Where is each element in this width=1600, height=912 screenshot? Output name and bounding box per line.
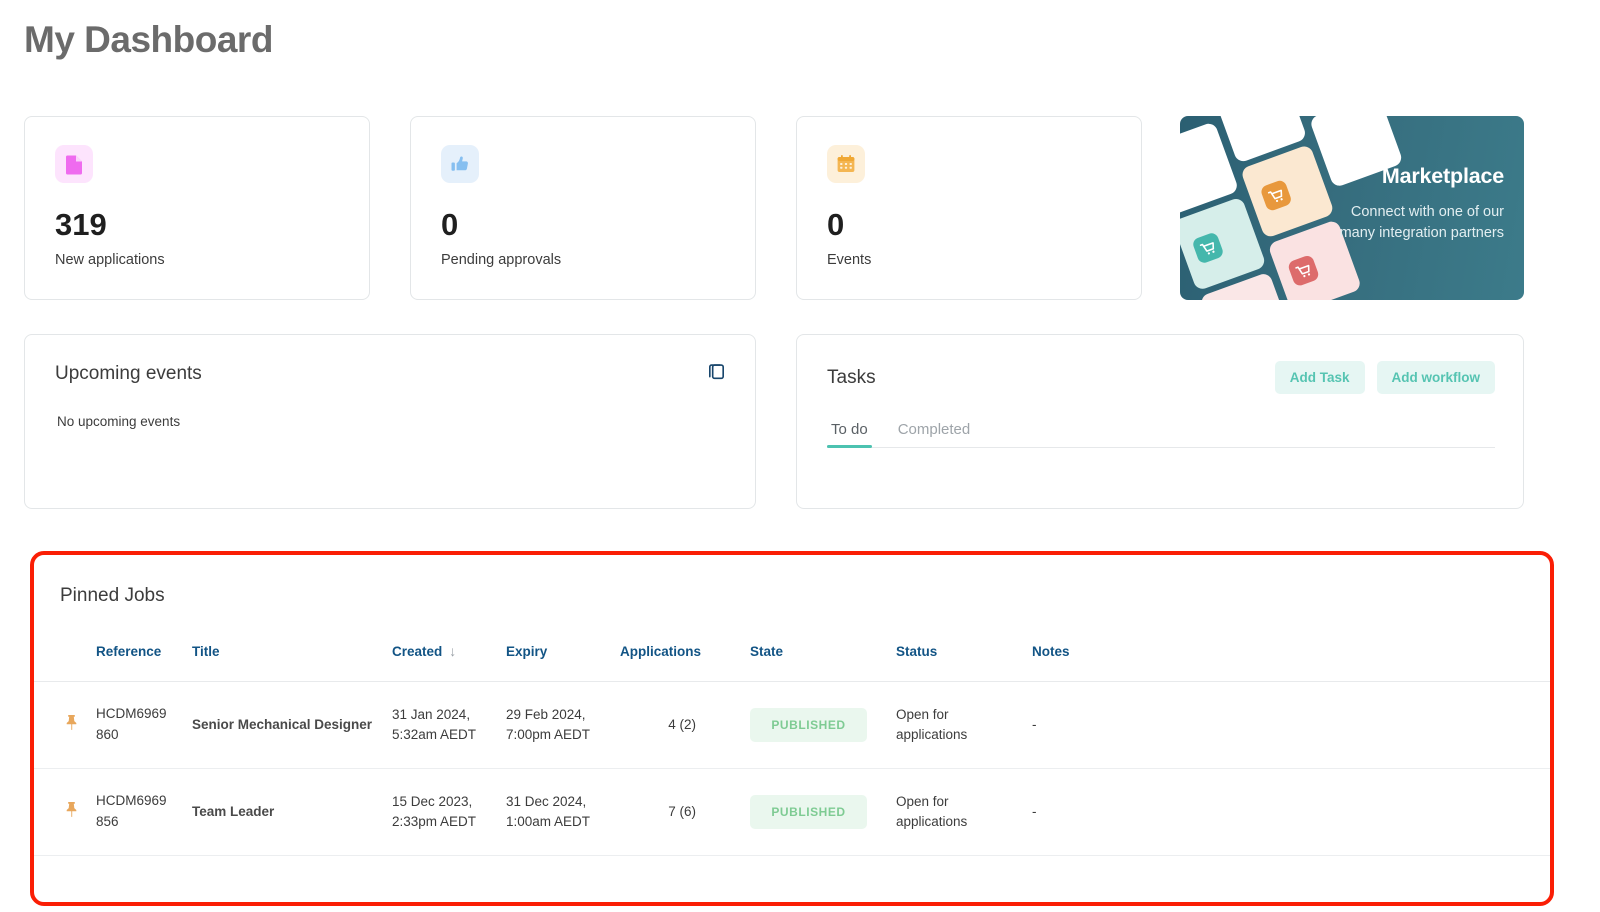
cell-state: PUBLISHED [750, 681, 896, 769]
add-task-button[interactable]: Add Task [1274, 361, 1365, 394]
tab-to-do[interactable]: To do [827, 421, 872, 448]
reference-line2: 860 [96, 726, 119, 742]
cell-reference: HCDM6969 856 [96, 768, 192, 856]
pinned-jobs-table: Reference Title Created ↓ Expiry Applicat… [34, 643, 1550, 856]
expiry-date: 31 Dec 2024, [506, 794, 587, 810]
reference-line1: HCDM6969 [96, 792, 167, 808]
stat-value: 319 [55, 207, 107, 242]
column-header-notes[interactable]: Notes [1032, 643, 1550, 682]
column-header-pin [34, 643, 96, 682]
column-header-created[interactable]: Created ↓ [392, 643, 506, 682]
tasks-header: Tasks Add Task Add workflow [797, 335, 1523, 394]
tab-completed[interactable]: Completed [894, 421, 975, 447]
thumbs-up-icon [441, 145, 479, 183]
cell-title[interactable]: Team Leader [192, 768, 392, 856]
status-line2: applications [896, 726, 968, 742]
table-row[interactable]: HCDM6969 856 Team Leader 15 Dec 2023, 2:… [34, 768, 1550, 856]
marketplace-subtitle: Connect with one of our many integration… [1290, 202, 1504, 243]
marketplace-subtitle-line2: many integration partners [1339, 224, 1504, 241]
stat-label: New applications [55, 252, 165, 268]
column-header-reference[interactable]: Reference [96, 643, 192, 682]
cell-status: Open for applications [896, 681, 1032, 769]
dashboard-page: My Dashboard 319 New applications 0 Pend… [0, 0, 1600, 912]
expiry-time: 1:00am AEDT [506, 813, 591, 829]
tasks-title: Tasks [827, 366, 876, 388]
upcoming-events-header: Upcoming events [25, 335, 755, 387]
created-date: 15 Dec 2023, [392, 794, 473, 810]
table-header-row: Reference Title Created ↓ Expiry Applicat… [34, 643, 1550, 682]
marketplace-title: Marketplace [1381, 164, 1504, 188]
created-time: 5:32am AEDT [392, 726, 477, 742]
stat-card-events[interactable]: 0 Events [796, 116, 1142, 300]
column-header-state[interactable]: State [750, 643, 896, 682]
cell-notes: - [1032, 681, 1550, 769]
upcoming-events-title: Upcoming events [55, 363, 202, 384]
expiry-time: 7:00pm AEDT [506, 726, 591, 742]
stat-label: Pending approvals [441, 252, 562, 268]
reference-line2: 856 [96, 813, 119, 829]
stat-value: 0 [827, 207, 845, 242]
pin-icon[interactable] [64, 714, 79, 736]
column-header-status[interactable]: Status [896, 643, 1032, 682]
cell-expiry: 31 Dec 2024, 1:00am AEDT [506, 768, 620, 856]
tasks-tabs: To do Completed [827, 421, 1495, 448]
created-time: 2:33pm AEDT [392, 813, 477, 829]
cell-state: PUBLISHED [750, 768, 896, 856]
reference-line1: HCDM6969 [96, 706, 167, 721]
status-line2: applications [896, 813, 968, 829]
status-line1: Open for [896, 794, 949, 810]
column-header-applications[interactable]: Applications [620, 643, 750, 682]
tasks-actions: Add Task Add workflow [1274, 361, 1495, 394]
cell-applications: 7 (6) [620, 768, 750, 856]
pin-cell[interactable] [34, 768, 96, 856]
document-icon [55, 145, 93, 183]
cell-title[interactable]: Senior Mechanical Designer [192, 681, 392, 769]
copy-icon[interactable] [706, 361, 727, 387]
stat-card-new-applications[interactable]: 319 New applications [24, 116, 370, 300]
cell-reference: HCDM6969 860 [96, 681, 192, 769]
cell-applications: 4 (2) [620, 681, 750, 769]
sort-descending-icon: ↓ [449, 643, 457, 659]
table-row[interactable]: HCDM6969 860 Senior Mechanical Designer … [34, 681, 1550, 769]
stat-label: Events [827, 252, 872, 268]
marketplace-subtitle-line1: Connect with one of our [1350, 204, 1504, 220]
column-header-title[interactable]: Title [192, 643, 392, 682]
cell-expiry: 29 Feb 2024, 7:00pm AEDT [506, 681, 620, 769]
upcoming-events-empty-text: No upcoming events [57, 414, 181, 429]
status-badge: PUBLISHED [750, 794, 867, 829]
cell-notes: - [1032, 768, 1550, 856]
tasks-panel: Tasks Add Task Add workflow To do Comple… [796, 334, 1524, 509]
status-badge: PUBLISHED [750, 707, 867, 742]
pin-cell[interactable] [34, 681, 96, 769]
stat-card-pending-approvals[interactable]: 0 Pending approvals [410, 116, 756, 300]
marketplace-banner[interactable]: Marketplace Connect with one of our many… [1180, 116, 1524, 300]
job-title-link[interactable]: Team Leader [192, 804, 274, 819]
pinned-jobs-table-body: HCDM6969 860 Senior Mechanical Designer … [34, 681, 1550, 856]
pinned-jobs-panel: Pinned Jobs Reference Title Created ↓ Exp… [30, 551, 1554, 906]
stat-value: 0 [441, 207, 459, 242]
cell-created: 31 Jan 2024, 5:32am AEDT [392, 681, 506, 769]
column-header-created-label: Created [392, 644, 443, 659]
pin-icon[interactable] [64, 801, 79, 823]
page-title: My Dashboard [24, 19, 273, 60]
expiry-date: 29 Feb 2024, [506, 707, 586, 723]
created-date: 31 Jan 2024, [392, 707, 471, 723]
calendar-icon [827, 145, 865, 183]
column-header-expiry[interactable]: Expiry [506, 643, 620, 682]
cell-created: 15 Dec 2023, 2:33pm AEDT [392, 768, 506, 856]
pinned-jobs-table-head: Reference Title Created ↓ Expiry Applicat… [34, 643, 1550, 682]
marketplace-text: Marketplace Connect with one of our many… [1290, 164, 1505, 243]
status-line1: Open for [896, 707, 949, 723]
pinned-jobs-title: Pinned Jobs [60, 585, 165, 606]
add-workflow-button[interactable]: Add workflow [1376, 361, 1495, 394]
job-title-link[interactable]: Senior Mechanical Designer [192, 717, 372, 732]
upcoming-events-panel: Upcoming events No upcoming events [24, 334, 756, 509]
cell-status: Open for applications [896, 768, 1032, 856]
